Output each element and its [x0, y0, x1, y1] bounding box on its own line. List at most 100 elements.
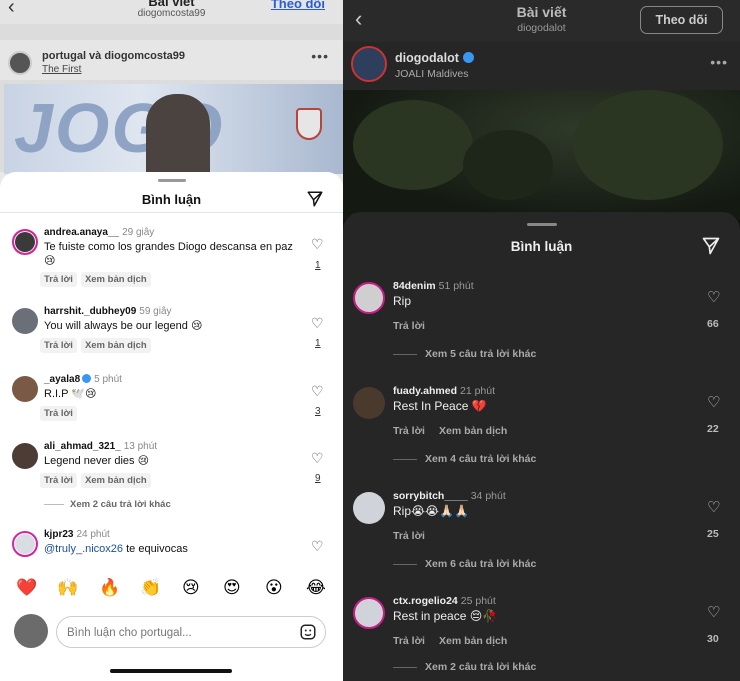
comment-user[interactable]: 84denim 51 phút [393, 280, 474, 292]
comment-actions: Trả lời Xem bản dịch [393, 425, 521, 437]
comment-input-box[interactable] [56, 616, 326, 648]
reply-button[interactable]: Trả lời [40, 473, 77, 488]
translate-button[interactable]: Xem bản dịch [439, 635, 507, 647]
heart-icon[interactable]: ♡ [707, 603, 720, 621]
comment-actions: Trả lời [40, 406, 81, 421]
heart-icon[interactable]: ♡ [311, 315, 324, 332]
left-follow-button[interactable]: Theo dõi [271, 0, 325, 11]
emoji-cry[interactable]: 😢 [182, 578, 200, 598]
emoji-surprised[interactable]: 😮 [265, 578, 283, 598]
heart-icon[interactable]: ♡ [311, 450, 324, 467]
comment-time: 13 phút [123, 441, 158, 452]
comment-user[interactable]: andrea.anaya__ 29 giây [44, 227, 154, 238]
comment-user[interactable]: sorrybitch____ 34 phút [393, 490, 506, 502]
send-icon[interactable] [306, 190, 324, 208]
reply-button[interactable]: Trả lời [393, 320, 425, 332]
like-count[interactable]: 3 [315, 406, 321, 417]
comment-text: Rip [393, 294, 412, 308]
mention-link[interactable]: @truly_.nicox26 [44, 543, 123, 555]
avatar[interactable] [12, 308, 38, 334]
screenshot-root: ‹ Bài viết diogomcosta99 Theo dõi portug… [0, 0, 740, 681]
avatar[interactable] [353, 597, 385, 629]
like-count[interactable]: 25 [707, 528, 719, 540]
post-song[interactable]: The First [42, 64, 81, 75]
right-header: ‹ Bài viết diogodalot Theo dõi [343, 0, 740, 42]
sheet-handle[interactable] [158, 179, 186, 182]
like-count[interactable]: 1 [315, 260, 321, 271]
heart-icon[interactable]: ♡ [707, 393, 720, 411]
comment-user[interactable]: kjpr23 24 phút [44, 529, 110, 540]
emoji-fire[interactable]: 🔥 [99, 578, 120, 598]
avatar[interactable] [12, 376, 38, 402]
right-comments-sheet: Bình luận 84denim 51 phút Rip Trả lời ♡ 6… [343, 212, 740, 681]
translate-button[interactable]: Xem bản dịch [80, 338, 151, 353]
view-more-replies[interactable]: Xem 4 câu trả lời khác [393, 453, 536, 465]
right-post-header: diogodalot JOALI Maldives ••• [343, 42, 740, 90]
sticker-icon[interactable] [299, 623, 317, 641]
like-count[interactable]: 1 [315, 338, 321, 349]
reply-button[interactable]: Trả lời [393, 635, 425, 647]
avatar[interactable] [12, 443, 38, 469]
more-options-icon[interactable]: ••• [311, 48, 329, 64]
sheet-handle[interactable] [527, 223, 557, 226]
like-count[interactable]: 22 [707, 423, 719, 435]
comment-actions: Trả lời [393, 530, 439, 542]
reply-button[interactable]: Trả lời [393, 530, 425, 542]
comment-time: 29 giây [122, 227, 155, 238]
comment-input[interactable] [67, 624, 287, 642]
view-more-replies[interactable]: Xem 5 câu trả lời khác [393, 348, 536, 360]
translate-button[interactable]: Xem bản dịch [439, 425, 507, 437]
view-more-replies[interactable]: Xem 2 câu trả lời khác [44, 499, 171, 510]
heart-icon[interactable]: ♡ [707, 498, 720, 516]
comment-actions: Trả lời Xem bản dịch [393, 635, 521, 647]
like-count[interactable]: 9 [315, 473, 321, 484]
post-photo [343, 90, 740, 220]
comment-user[interactable]: _ayala8 5 phút [44, 374, 122, 385]
reply-button[interactable]: Trả lời [40, 338, 77, 353]
comment-user[interactable]: fuady.ahmed 21 phút [393, 385, 495, 397]
post-user[interactable]: diogodalot [395, 51, 474, 65]
heart-icon[interactable]: ♡ [311, 383, 324, 400]
comment-user[interactable]: harrshit._dubhey09 59 giây [44, 306, 172, 317]
more-options-icon[interactable]: ••• [710, 54, 728, 70]
send-icon[interactable] [701, 236, 721, 256]
heart-icon[interactable]: ♡ [707, 288, 720, 306]
heart-icon[interactable]: ♡ [311, 236, 324, 253]
avatar[interactable] [353, 492, 385, 524]
avatar[interactable] [8, 51, 32, 75]
view-more-replies[interactable]: Xem 6 câu trả lời khác [393, 558, 536, 570]
avatar[interactable] [351, 46, 387, 82]
emoji-heart[interactable]: ❤️ [16, 578, 37, 598]
avatar[interactable] [12, 531, 38, 557]
right-follow-button[interactable]: Theo dõi [640, 6, 723, 34]
avatar[interactable] [12, 229, 38, 255]
emoji-heart-eyes[interactable]: 😍 [223, 578, 241, 598]
heart-icon[interactable]: ♡ [311, 538, 324, 555]
post-authors[interactable]: portugal và diogomcosta99 [42, 50, 185, 62]
comment-time: 21 phút [459, 385, 496, 397]
photo-tree [353, 100, 473, 190]
reply-button[interactable]: Trả lời [393, 425, 425, 437]
sheet-title: Bình luận [141, 192, 202, 207]
like-count[interactable]: 66 [707, 318, 719, 330]
comment-text: Legend never dies 😢 [44, 455, 150, 467]
reply-button[interactable]: Trả lời [40, 406, 77, 421]
crest-icon [296, 108, 322, 140]
emoji-raised-hands[interactable]: 🙌 [57, 578, 78, 598]
reply-button[interactable]: Trả lời [40, 272, 77, 287]
comment-user[interactable]: ali_ahmad_321_ 13 phút [44, 441, 157, 452]
comment-text: Rest In Peace 💔 [393, 399, 487, 413]
like-count[interactable]: 30 [707, 633, 719, 645]
comment-text: You will always be our legend 😢 [44, 320, 203, 332]
emoji-clap[interactable]: 👏 [140, 578, 161, 598]
post-location[interactable]: JOALI Maldives [395, 68, 469, 80]
avatar[interactable] [353, 282, 385, 314]
comment-actions: Trả lời Xem bản dịch [40, 338, 155, 353]
emoji-laugh[interactable]: 😂 [306, 578, 326, 598]
translate-button[interactable]: Xem bản dịch [80, 272, 151, 287]
view-more-replies[interactable]: Xem 2 câu trả lời khác [393, 661, 536, 673]
avatar[interactable] [353, 387, 385, 419]
translate-button[interactable]: Xem bản dịch [80, 473, 151, 488]
comment-user[interactable]: ctx.rogelio24 25 phút [393, 595, 496, 607]
divider [0, 212, 343, 213]
